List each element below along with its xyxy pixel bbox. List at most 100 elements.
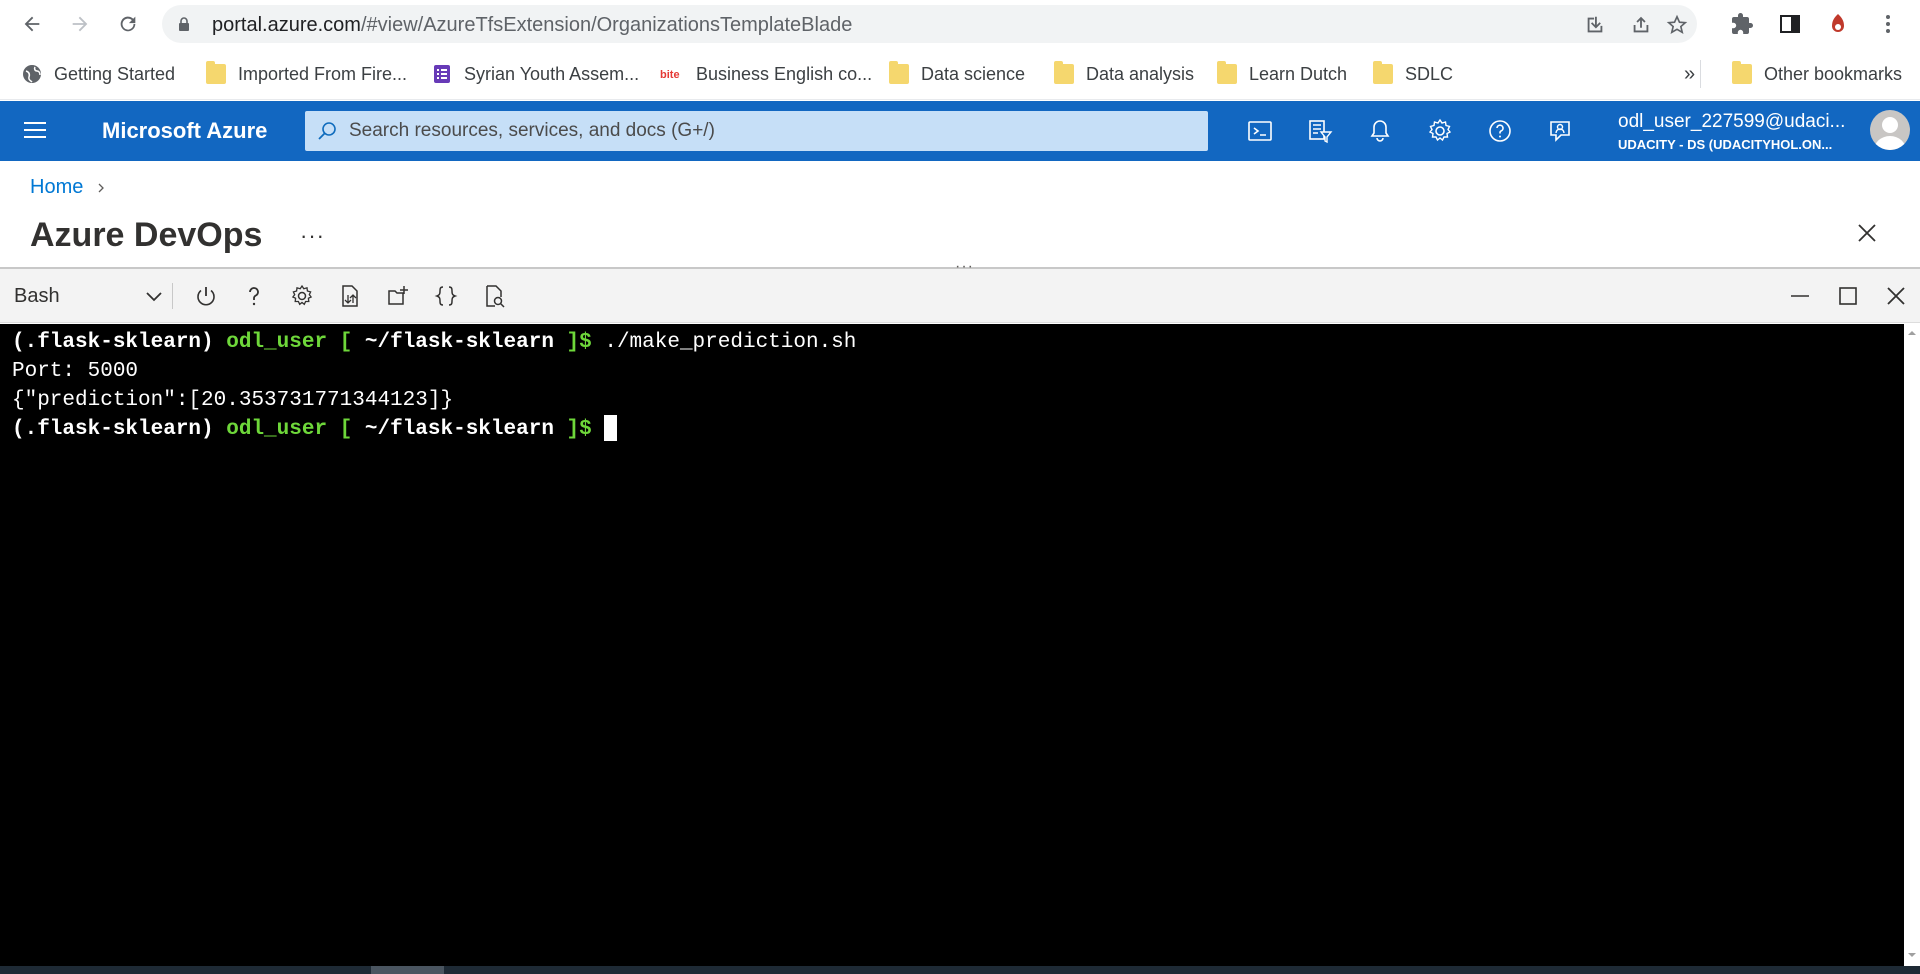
prompt-path: ~/flask-sklearn	[364, 418, 554, 441]
install-app-icon[interactable]	[1584, 14, 1606, 36]
bookmark-sdlc[interactable]: SDLC	[1373, 58, 1453, 90]
back-button[interactable]	[16, 8, 48, 40]
bookmark-label: Getting Started	[54, 63, 176, 84]
bookmark-imported[interactable]: Imported From Fire...	[206, 58, 407, 90]
terminal-cursor	[604, 415, 618, 442]
shell-settings-button[interactable]	[289, 283, 315, 309]
question-mark-icon	[249, 287, 259, 306]
upload-download-button[interactable]	[337, 283, 363, 309]
bookmark-label: Syrian Youth Assem...	[464, 63, 640, 84]
more-actions-button[interactable]: ···	[300, 223, 325, 249]
help-icon	[1489, 120, 1511, 142]
prompt-user: odl_user	[226, 418, 328, 441]
azure-title[interactable]: Microsoft Azure	[102, 118, 267, 144]
bookmark-label: SDLC	[1405, 63, 1454, 84]
bookmark-business-english[interactable]: bite Business English co...	[660, 58, 872, 90]
blade-header: Home Azure DevOps ···	[0, 161, 1920, 268]
terminal-scrollbar[interactable]	[1904, 324, 1920, 966]
chevron-down-icon	[146, 292, 162, 302]
folder-icon	[206, 61, 226, 84]
account-directory: UDACITY - DS (UDACITYHOL.ON...	[1618, 137, 1833, 152]
scroll-up-icon[interactable]	[1907, 328, 1917, 338]
directory-filter-button[interactable]	[1305, 116, 1335, 146]
lock-icon	[179, 17, 189, 31]
breadcrumb-home[interactable]: Home	[30, 176, 83, 199]
azure-top-bar: Microsoft Azure odl_user_227599@udaci...…	[0, 101, 1920, 161]
bookmark-label: Imported From Fire...	[238, 63, 408, 84]
terminal-line: (.flask-sklearn) odl_user [ ~/flask-skle…	[12, 415, 1892, 444]
minimize-button[interactable]	[1787, 283, 1813, 309]
search-input[interactable]	[349, 117, 1189, 145]
shell-type-select[interactable]: Bash	[14, 279, 164, 313]
bookmark-learn-dutch[interactable]: Learn Dutch	[1217, 58, 1347, 90]
feedback-button[interactable]	[1545, 116, 1575, 146]
maximize-button[interactable]	[1835, 283, 1861, 309]
terminal-output[interactable]: (.flask-sklearn) odl_user [ ~/flask-skle…	[0, 324, 1904, 966]
gear-icon	[291, 284, 313, 306]
avatar[interactable]	[1870, 110, 1910, 150]
close-icon	[1887, 287, 1905, 305]
share-icon[interactable]	[1630, 14, 1652, 36]
bookmarks-bar: Getting Started Imported From Fire... Sy…	[0, 48, 1920, 100]
scroll-down-icon[interactable]	[1907, 950, 1917, 960]
bookmark-data-science[interactable]: Data science	[889, 58, 1025, 90]
prompt-bracket-close: ]$	[553, 418, 605, 441]
settings-button[interactable]	[1425, 116, 1455, 146]
restart-button[interactable]	[193, 283, 219, 309]
account-menu[interactable]: odl_user_227599@udaci... UDACITY - DS (U…	[1618, 111, 1858, 152]
directory-filter-icon	[1309, 120, 1333, 144]
bookmark-label: Other bookmarks	[1764, 63, 1903, 84]
maximize-icon	[1839, 287, 1857, 305]
scrollbar-thumb[interactable]	[371, 966, 444, 974]
bookmark-other[interactable]: Other bookmarks	[1732, 58, 1902, 90]
new-session-button[interactable]	[385, 283, 411, 309]
chrome-menu-button[interactable]	[1874, 10, 1902, 38]
help-shell-button[interactable]	[241, 283, 267, 309]
braces-icon	[434, 286, 458, 306]
menu-line	[24, 136, 46, 138]
account-user: odl_user_227599@udaci...	[1618, 111, 1846, 132]
profile-button[interactable]	[1824, 10, 1852, 38]
address-bar[interactable]: portal.azure.com/#view/AzureTfsExtension…	[162, 5, 1697, 43]
back-arrow-icon	[24, 16, 40, 32]
bookmark-getting-started[interactable]: Getting Started	[22, 58, 175, 90]
azure-search-box[interactable]	[305, 111, 1208, 151]
side-panel-button[interactable]	[1776, 10, 1804, 38]
extensions-button[interactable]	[1728, 10, 1756, 38]
power-icon	[197, 287, 215, 306]
svg-text:bite: bite	[660, 69, 680, 81]
kebab-menu-icon	[1886, 15, 1890, 33]
cloud-shell-button[interactable]	[1245, 116, 1275, 146]
menu-line	[24, 122, 46, 124]
menu-line	[24, 129, 46, 131]
bookmarks-divider	[1700, 60, 1701, 88]
bookmark-syrian-youth[interactable]: Syrian Youth Assem...	[432, 58, 639, 90]
horizontal-scrollbar[interactable]	[0, 966, 1920, 974]
close-icon[interactable]	[1855, 221, 1879, 245]
close-shell-button[interactable]	[1883, 283, 1909, 309]
bookmark-label: Data analysis	[1086, 63, 1195, 84]
bookmarks-overflow-button[interactable]: »	[1684, 58, 1695, 90]
side-panel-icon	[1780, 15, 1800, 33]
forward-arrow-icon	[72, 16, 88, 32]
overflow-chevron-icon: »	[1684, 62, 1696, 85]
help-button[interactable]	[1485, 116, 1515, 146]
bookmark-star-icon[interactable]	[1666, 14, 1688, 36]
editor-button[interactable]	[433, 283, 459, 309]
feedback-icon	[1550, 121, 1570, 142]
web-preview-button[interactable]	[481, 283, 507, 309]
terminal-line: {"prediction":[20.353731771344123]}	[12, 389, 454, 412]
user-avatar-icon	[1874, 117, 1906, 150]
notifications-button[interactable]	[1365, 116, 1395, 146]
forward-button[interactable]	[64, 8, 96, 40]
globe-icon	[23, 65, 41, 83]
venv-prefix: (.flask-sklearn)	[12, 331, 227, 354]
bookmark-data-analysis[interactable]: Data analysis	[1054, 58, 1194, 90]
upload-download-icon	[342, 285, 358, 307]
toolbar-divider	[172, 283, 173, 309]
folder-icon	[889, 61, 909, 84]
portal-menu-button[interactable]	[20, 117, 50, 145]
terminal-line: (.flask-sklearn) odl_user [ ~/flask-skle…	[12, 328, 1892, 357]
prompt-path: ~/flask-sklearn	[364, 331, 554, 354]
reload-button[interactable]	[112, 8, 144, 40]
